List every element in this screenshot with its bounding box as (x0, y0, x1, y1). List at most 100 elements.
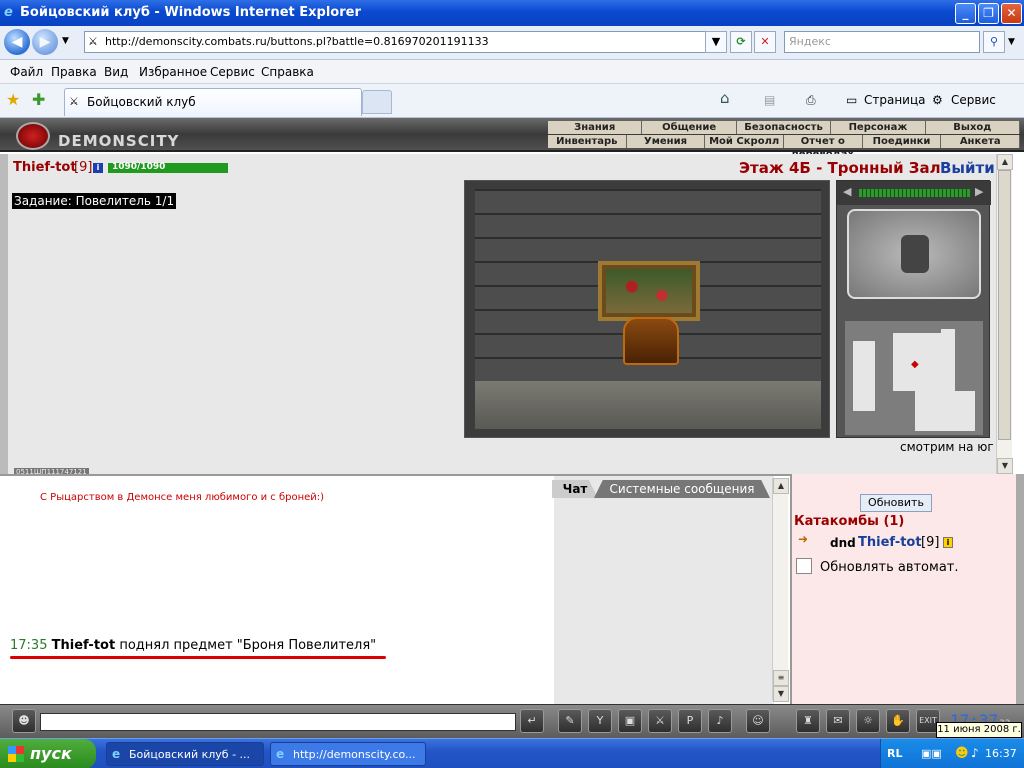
forward-button[interactable]: ▶ (32, 29, 58, 55)
auto-refresh-label: Обновлять автомат. (820, 560, 959, 575)
nav-profile[interactable]: Анкета (941, 135, 1021, 148)
chat-toolbar: ☻ ↵ ✎ Y ▣ ⚔ P ♪ ☺ ♜ ✉ ☼ ✋ EXIT 17:37 33 (0, 704, 1024, 738)
online-user-level: [9] (921, 535, 940, 550)
address-dropdown-icon[interactable]: ▼ (705, 31, 727, 53)
scroll-down-icon[interactable]: ▼ (997, 458, 1013, 474)
pl-icon[interactable]: P (678, 709, 702, 733)
search-options-icon[interactable]: ▼ (1008, 37, 1015, 47)
auto-refresh-checkbox[interactable] (796, 558, 812, 574)
tab-chat[interactable]: Чат (552, 480, 598, 498)
turn-left-icon[interactable]: ◀ (843, 185, 851, 198)
scroll-thumb[interactable] (998, 170, 1011, 440)
search-input[interactable]: Яндекс (784, 31, 980, 53)
refresh-button[interactable]: Обновить (860, 494, 932, 512)
gear-icon: ⚙ (932, 93, 943, 107)
nav-security[interactable]: Безопасность (737, 121, 832, 134)
nav-skills[interactable]: Умения (627, 135, 706, 148)
nav-inventory[interactable]: Инвентарь (548, 135, 627, 148)
online-user-name[interactable]: Thief-tot (858, 535, 922, 550)
messenger-icon[interactable]: ☻ (955, 746, 969, 761)
history-dropdown-icon[interactable]: ▼ (62, 36, 69, 46)
home-icon[interactable]: ⌂ (720, 89, 730, 107)
maximize-button[interactable]: ❐ (978, 3, 999, 24)
new-tab-button[interactable] (362, 90, 392, 114)
minimize-button[interactable]: _ (955, 3, 976, 24)
search-icon[interactable]: ⚲ (983, 31, 1005, 53)
send-icon[interactable]: ↵ (520, 709, 544, 733)
menu-help[interactable]: Справка (261, 65, 314, 79)
direction-controls[interactable] (847, 209, 981, 299)
save-icon[interactable]: ▣ (618, 709, 642, 733)
nav-transfer-report[interactable]: Отчет о переводах (784, 135, 863, 160)
nav-knowledge[interactable]: Знания (548, 121, 643, 134)
smile-icon[interactable]: ☺ (746, 709, 770, 733)
close-window-button[interactable]: ✕ (1001, 3, 1022, 24)
filter-icon[interactable]: Y (588, 709, 612, 733)
menu-file[interactable]: Файл (10, 65, 43, 79)
page-doc-icon: ▭ (846, 93, 858, 107)
info-icon[interactable]: i (93, 163, 103, 173)
nav-communication[interactable]: Общение (642, 121, 737, 134)
tapestry (598, 261, 700, 321)
game-logo: DEMONSCITY (58, 132, 180, 150)
chat-scroll-thumb[interactable]: ≡ (773, 670, 789, 686)
user-prefix: dnd (830, 536, 856, 550)
nav-my-scroll[interactable]: Мой Скролл (705, 135, 785, 148)
exit-link[interactable]: Выйти (940, 159, 995, 177)
chat-input[interactable] (40, 713, 516, 731)
menu-view[interactable]: Вид (104, 65, 128, 79)
language-indicator[interactable]: RL (887, 747, 902, 760)
user-info-icon[interactable]: i (943, 537, 953, 548)
treasure-chest[interactable] (623, 317, 679, 365)
menu-tools[interactable]: Сервис (210, 65, 255, 79)
add-favorite-icon[interactable]: ✚ (32, 90, 45, 109)
ie-logo-icon: e (4, 5, 13, 20)
refresh-icon[interactable]: ⟳ (730, 31, 752, 53)
chat-scrollbar[interactable]: ▲ ≡ ▼ (772, 478, 789, 702)
scroll-icon[interactable]: ✉ (826, 709, 850, 733)
chat-scroll-down-icon[interactable]: ▼ (773, 686, 789, 702)
left-frame-border (0, 154, 8, 474)
fight-icon[interactable]: ⚔ (648, 709, 672, 733)
network-icon[interactable]: ▣▣ (921, 747, 942, 760)
player-name[interactable]: Thief-tot (13, 160, 77, 175)
address-input[interactable]: http://demonscity.combats.ru/buttons.pl?… (84, 31, 724, 53)
turn-right-icon[interactable]: ▶ (975, 185, 983, 198)
feeds-icon[interactable]: ▤ (764, 93, 775, 107)
top-scrollbar[interactable]: ▲ ▼ (996, 154, 1013, 474)
chat-user[interactable]: Thief-tot (52, 638, 116, 653)
menu-edit[interactable]: Правка (51, 65, 97, 79)
date-tooltip: 11 июня 2008 г. (936, 722, 1022, 738)
print-icon[interactable]: ⎙ (806, 93, 816, 108)
stop-icon[interactable]: ✕ (754, 31, 776, 53)
sound-icon[interactable]: ♪ (708, 709, 732, 733)
nav-exit[interactable]: Выход (926, 121, 1021, 134)
hand-icon[interactable]: ✋ (886, 709, 910, 733)
clan-icon[interactable]: ☼ (856, 709, 880, 733)
speaker-icon[interactable]: ☻ (12, 709, 36, 733)
bag-icon[interactable]: ♜ (796, 709, 820, 733)
nav-battles[interactable]: Поединки (863, 135, 942, 148)
back-button[interactable]: ◀ (4, 29, 30, 55)
stone-floor (475, 381, 821, 429)
private-message-icon[interactable]: ➜ (798, 532, 808, 546)
windows-logo-icon (8, 746, 24, 762)
task-button-2[interactable]: http://demonscity.co... (270, 742, 426, 766)
game-nav-top: Знания Общение Безопасность Персонаж Вых… (548, 121, 1021, 134)
scroll-up-icon[interactable]: ▲ (997, 154, 1013, 170)
eraser-icon[interactable]: ✎ (558, 709, 582, 733)
task2-ie-icon: e (276, 747, 285, 761)
menu-favorites[interactable]: Избранное (139, 65, 207, 79)
favorites-star-icon[interactable]: ★ (6, 90, 20, 109)
direction-text: смотрим на юг (900, 440, 994, 454)
red-underline (10, 656, 386, 659)
tools-menu[interactable]: Сервис (951, 93, 996, 107)
hp-text: 1090/1090 (112, 162, 166, 172)
tab-system-messages[interactable]: Системные сообщения (594, 480, 770, 498)
nav-character[interactable]: Персонаж (831, 121, 926, 134)
page-menu[interactable]: Страница (864, 93, 926, 107)
volume-icon[interactable]: ♪ (971, 746, 979, 760)
task-button-1[interactable]: Бойцовский клуб - ... (106, 742, 264, 766)
chat-scroll-up-icon[interactable]: ▲ (773, 478, 789, 494)
tab-active[interactable]: Бойцовский клуб (64, 88, 362, 116)
